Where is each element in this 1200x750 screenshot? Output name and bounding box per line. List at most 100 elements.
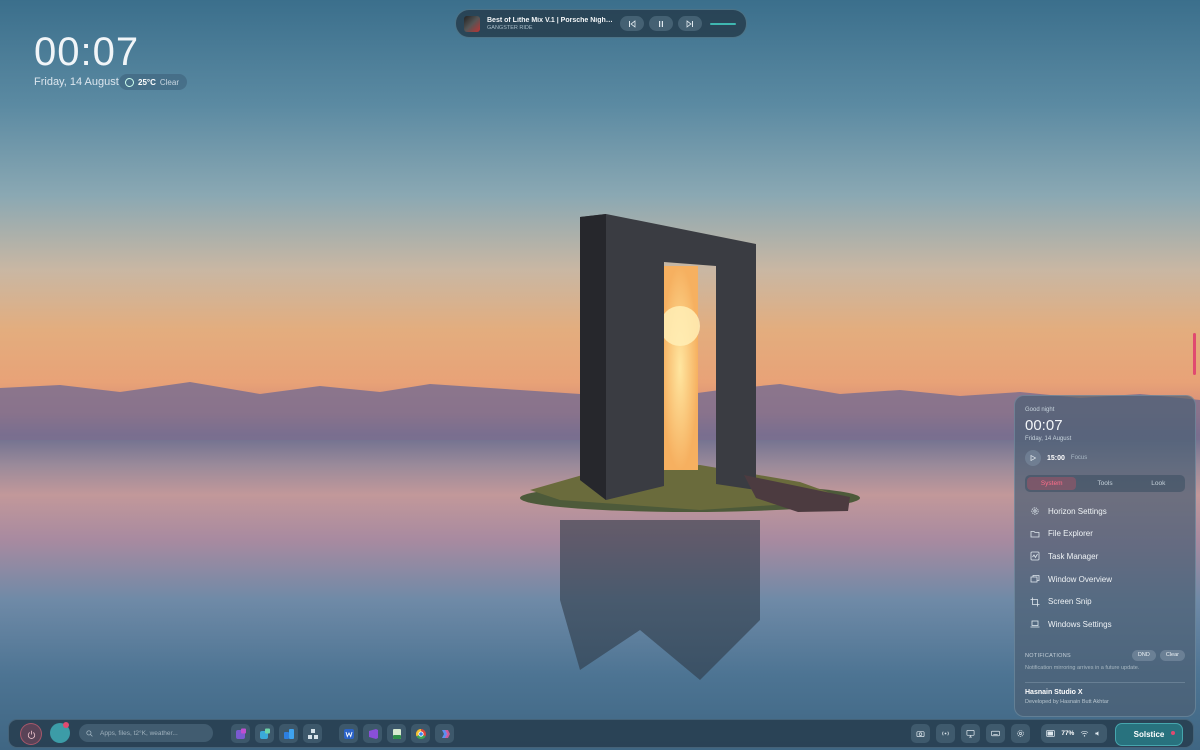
broadcast-button[interactable] <box>936 724 955 743</box>
developer-credit: Developed by Hasnain Butt Akhtar <box>1025 699 1109 705</box>
tab-tools[interactable]: Tools <box>1080 477 1129 490</box>
app-word[interactable] <box>339 724 358 743</box>
search-bar[interactable] <box>79 724 213 742</box>
notifications-info: Notification mirroring arrives in a futu… <box>1025 665 1140 671</box>
desktop-date: Friday, 14 August <box>34 76 119 88</box>
panel-clock: 00:07 <box>1025 417 1063 434</box>
menu-item-label: Window Overview <box>1048 574 1113 584</box>
folder-icon <box>1030 530 1040 538</box>
skip-back-icon <box>629 19 636 28</box>
notifications-header: NOTIFICATIONS DND Clear <box>1025 650 1185 661</box>
skip-forward-icon <box>686 19 693 28</box>
tab-look[interactable]: Look <box>1134 477 1183 490</box>
battery-level: 77% <box>1061 730 1075 737</box>
search-input[interactable] <box>98 728 212 738</box>
panel-tabs: System Tools Look <box>1025 475 1185 492</box>
azure-data-studio-icon <box>259 728 270 739</box>
progress-bar[interactable] <box>710 22 736 25</box>
app-visual-studio[interactable] <box>231 724 250 743</box>
settings-icon <box>1017 730 1024 737</box>
media-player: Best of Lithe Mix V.1 | Porsche Night R.… <box>455 9 747 38</box>
camera-icon <box>916 731 925 738</box>
focus-play-button[interactable] <box>1025 450 1041 466</box>
studio-name: Hasnain Studio X <box>1025 689 1083 696</box>
track-artist: GANGSTER RIDE <box>487 24 533 31</box>
system-menu: Horizon Settings File Explorer Task Mana… <box>1025 500 1185 636</box>
broadcast-icon <box>942 731 949 736</box>
previous-button[interactable] <box>620 16 644 31</box>
notifications-label: NOTIFICATIONS <box>1025 652 1071 659</box>
menu-item-windows-settings[interactable]: Windows Settings <box>1025 613 1185 636</box>
pause-button[interactable] <box>649 16 673 31</box>
menu-item-horizon-settings[interactable]: Horizon Settings <box>1025 500 1185 523</box>
keyboard-icon <box>991 730 1000 737</box>
desktop-clock: 00:07 <box>34 30 140 74</box>
panel-date: Friday, 14 August <box>1025 436 1072 442</box>
power-icon <box>27 730 35 739</box>
visual-studio-icon <box>235 728 246 739</box>
app-chrome[interactable] <box>411 724 430 743</box>
app-copilot[interactable] <box>435 724 454 743</box>
keyboard-button[interactable] <box>986 724 1005 743</box>
activity-icon <box>1030 552 1040 561</box>
weather-icon <box>125 77 134 87</box>
focus-timer: 15:00 Focus <box>1025 450 1087 466</box>
divider <box>1025 682 1185 683</box>
azure-icon <box>283 728 294 739</box>
pinned-apps <box>231 724 454 743</box>
next-button[interactable] <box>678 16 702 31</box>
tab-system[interactable]: System <box>1027 477 1077 490</box>
album-art <box>464 15 480 32</box>
menu-item-file-explorer[interactable]: File Explorer <box>1025 523 1185 546</box>
notification-badge <box>63 722 69 728</box>
play-icon <box>1030 455 1036 461</box>
windows-stack-icon <box>1030 575 1040 583</box>
solstice-indicator <box>1171 731 1175 735</box>
focus-label: Focus <box>1070 455 1088 461</box>
wifi-icon <box>1080 730 1088 737</box>
screenshot-button[interactable] <box>911 724 930 743</box>
excel-icon <box>392 728 401 739</box>
laptop-icon <box>1030 620 1040 628</box>
control-center-panel: Good night 00:07 Friday, 14 August 15:00… <box>1014 395 1196 717</box>
power-button[interactable] <box>20 723 42 745</box>
app-azure[interactable] <box>279 724 298 743</box>
network-tool-icon <box>307 728 318 739</box>
battery-icon <box>1046 730 1055 737</box>
edge-handle[interactable] <box>1193 333 1196 375</box>
menu-item-label: File Explorer <box>1048 529 1093 539</box>
crop-icon <box>1030 597 1040 607</box>
menu-item-label: Windows Settings <box>1048 619 1112 629</box>
visual-studio-purple-icon <box>368 728 378 739</box>
weather-chip[interactable]: 25°C Clear <box>119 74 187 90</box>
menu-item-label: Task Manager <box>1048 551 1099 561</box>
app-excel[interactable] <box>387 724 406 743</box>
system-tray <box>911 724 1030 743</box>
status-cluster[interactable]: 77% <box>1041 724 1107 743</box>
display-button[interactable] <box>961 724 980 743</box>
menu-item-label: Horizon Settings <box>1048 506 1107 516</box>
menu-item-label: Screen Snip <box>1048 597 1092 607</box>
menu-item-task-manager[interactable]: Task Manager <box>1025 545 1185 568</box>
word-icon <box>343 728 354 739</box>
volume-icon <box>1095 731 1099 736</box>
gear-icon <box>1031 507 1039 515</box>
menu-item-screen-snip[interactable]: Screen Snip <box>1025 590 1185 613</box>
weather-temp: 25°C <box>138 77 156 87</box>
clear-notifications-button[interactable]: Clear <box>1159 650 1185 661</box>
search-icon <box>86 729 93 737</box>
track-title: Best of Lithe Mix V.1 | Porsche Night R.… <box>487 16 615 24</box>
dnd-button[interactable]: DND <box>1131 650 1156 661</box>
app-azure-data-studio[interactable] <box>255 724 274 743</box>
taskbar: 77% Solstice <box>8 719 1194 748</box>
menu-item-window-overview[interactable]: Window Overview <box>1025 568 1185 591</box>
monitor-icon <box>966 729 975 738</box>
settings-button[interactable] <box>1011 724 1030 743</box>
weather-condition: Clear <box>159 77 179 87</box>
focus-time: 15:00 <box>1047 454 1065 462</box>
app-visual-studio-purple[interactable] <box>363 724 382 743</box>
greeting: Good night <box>1025 407 1055 413</box>
copilot-icon <box>441 729 450 738</box>
pause-icon <box>659 20 663 27</box>
app-network-tool[interactable] <box>303 724 322 743</box>
